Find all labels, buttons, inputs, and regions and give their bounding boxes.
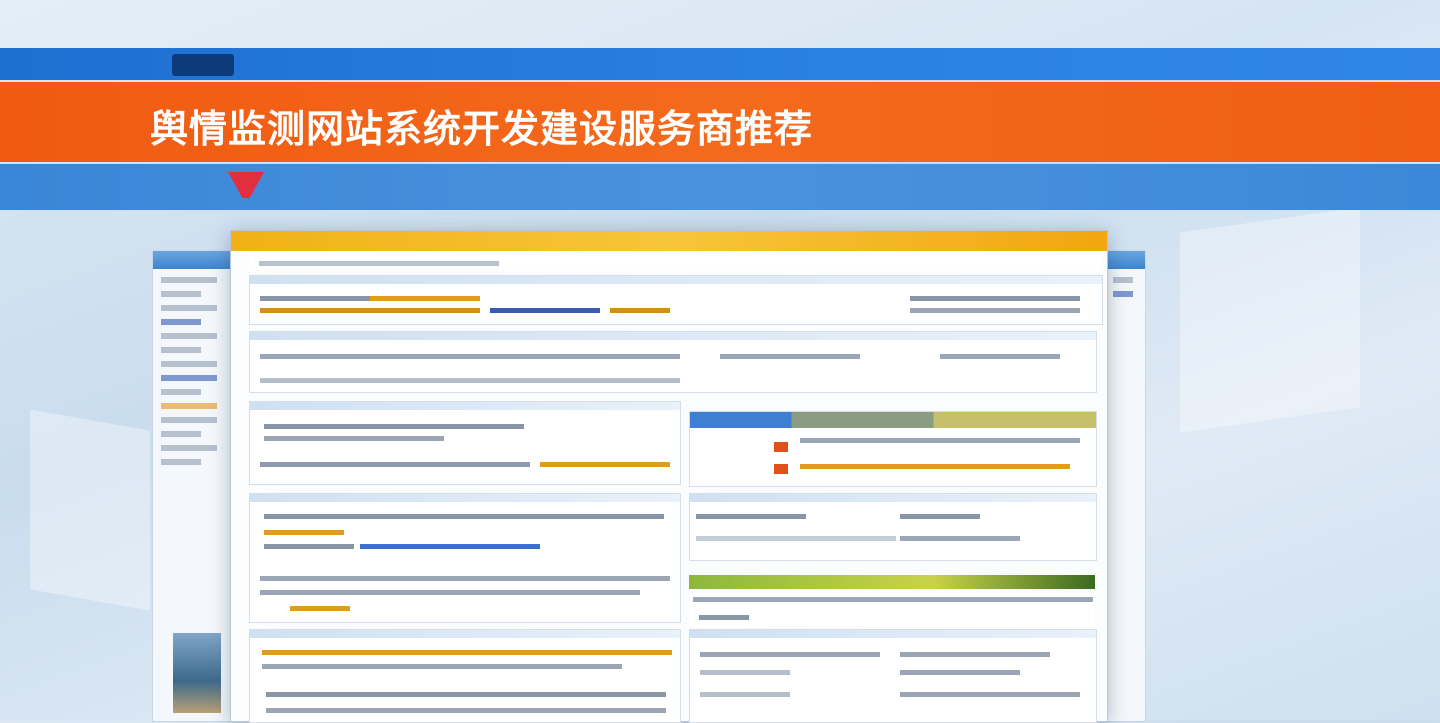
text-line[interactable]: [699, 615, 749, 620]
text-line[interactable]: [262, 650, 672, 655]
report-section: [249, 493, 681, 623]
alert-section: [249, 629, 681, 723]
text-line[interactable]: [264, 530, 344, 535]
text-line[interactable]: [693, 597, 1093, 602]
text-line[interactable]: [260, 576, 670, 581]
text-line: [910, 296, 1080, 301]
section-bar: [690, 494, 1096, 502]
chart-section: [689, 411, 1097, 487]
news-section: [249, 401, 681, 485]
text-line: [370, 296, 480, 301]
text-line[interactable]: [774, 442, 788, 452]
text-line[interactable]: [264, 436, 444, 441]
text-line: [260, 308, 480, 313]
text-line[interactable]: [700, 670, 790, 675]
text-line[interactable]: [264, 514, 664, 519]
text-line[interactable]: [266, 708, 666, 713]
text-line: [260, 296, 370, 301]
text-line[interactable]: [900, 536, 1020, 541]
text-line: [940, 354, 1060, 359]
thumbnail-image: [173, 633, 221, 713]
text-line[interactable]: [290, 606, 350, 611]
text-line[interactable]: [260, 462, 530, 467]
header-section: [249, 275, 1103, 325]
text-line[interactable]: [800, 464, 1070, 469]
nav-row: [249, 255, 1101, 271]
text-line[interactable]: [900, 514, 980, 519]
text-line[interactable]: [260, 590, 640, 595]
right-side-window: [1104, 250, 1146, 722]
text-line[interactable]: [800, 438, 1080, 443]
text-line: [161, 277, 217, 283]
text-line: [910, 308, 1080, 313]
summary-section: [249, 331, 1097, 393]
text-line: [1113, 277, 1133, 283]
text-line: [161, 333, 217, 339]
page-headline: 舆情监测网站系统开发建设服务商推荐: [150, 107, 814, 151]
left-side-window: [152, 250, 234, 722]
text-line[interactable]: [360, 544, 540, 549]
text-line: [161, 389, 201, 395]
text-line: [490, 308, 600, 313]
section-bar: [690, 412, 1096, 428]
main-browser-window: [230, 230, 1108, 723]
section-bar: [250, 494, 680, 502]
text-line: [161, 319, 201, 325]
text-line: [1113, 291, 1133, 297]
text-line[interactable]: [700, 692, 790, 697]
window-titlebar: [153, 251, 233, 269]
nav-line[interactable]: [259, 261, 499, 266]
list-section: [689, 593, 1095, 627]
detail-section: [689, 629, 1097, 723]
text-line: [161, 347, 201, 353]
background-panel: [30, 409, 150, 611]
text-line[interactable]: [262, 664, 622, 669]
section-bar: [250, 630, 680, 638]
text-line[interactable]: [700, 652, 880, 657]
stats-section: [689, 493, 1097, 561]
text-line[interactable]: [900, 652, 1050, 657]
text-line[interactable]: [900, 670, 1020, 675]
text-line: [260, 354, 680, 359]
background-panel: [0, 0, 1440, 48]
text-line[interactable]: [540, 462, 670, 467]
text-line: [161, 361, 217, 367]
text-line: [161, 431, 201, 437]
text-line: [161, 417, 217, 423]
text-line[interactable]: [264, 424, 524, 429]
window-titlebar: [1105, 251, 1145, 269]
section-bar: [250, 276, 1102, 284]
text-line: [161, 445, 217, 451]
text-line[interactable]: [266, 692, 666, 697]
site-logo[interactable]: [172, 54, 234, 76]
text-line: [161, 403, 217, 409]
text-line[interactable]: [696, 514, 806, 519]
section-bar: [250, 402, 680, 410]
text-line: [161, 375, 217, 381]
section-bar: [690, 630, 1096, 638]
text-line[interactable]: [696, 536, 896, 541]
text-line[interactable]: [774, 464, 788, 474]
text-line: [161, 459, 201, 465]
text-line: [720, 354, 860, 359]
text-line[interactable]: [264, 544, 354, 549]
text-line[interactable]: [900, 692, 1080, 697]
text-line: [260, 378, 680, 383]
text-line: [161, 305, 217, 311]
window-titlebar: [231, 231, 1107, 251]
info-bar: [0, 164, 1440, 210]
text-line: [610, 308, 670, 313]
section-bar: [250, 332, 1096, 340]
text-line: [161, 291, 201, 297]
highlight-bar: [689, 575, 1095, 589]
background-panel: [1180, 207, 1360, 433]
